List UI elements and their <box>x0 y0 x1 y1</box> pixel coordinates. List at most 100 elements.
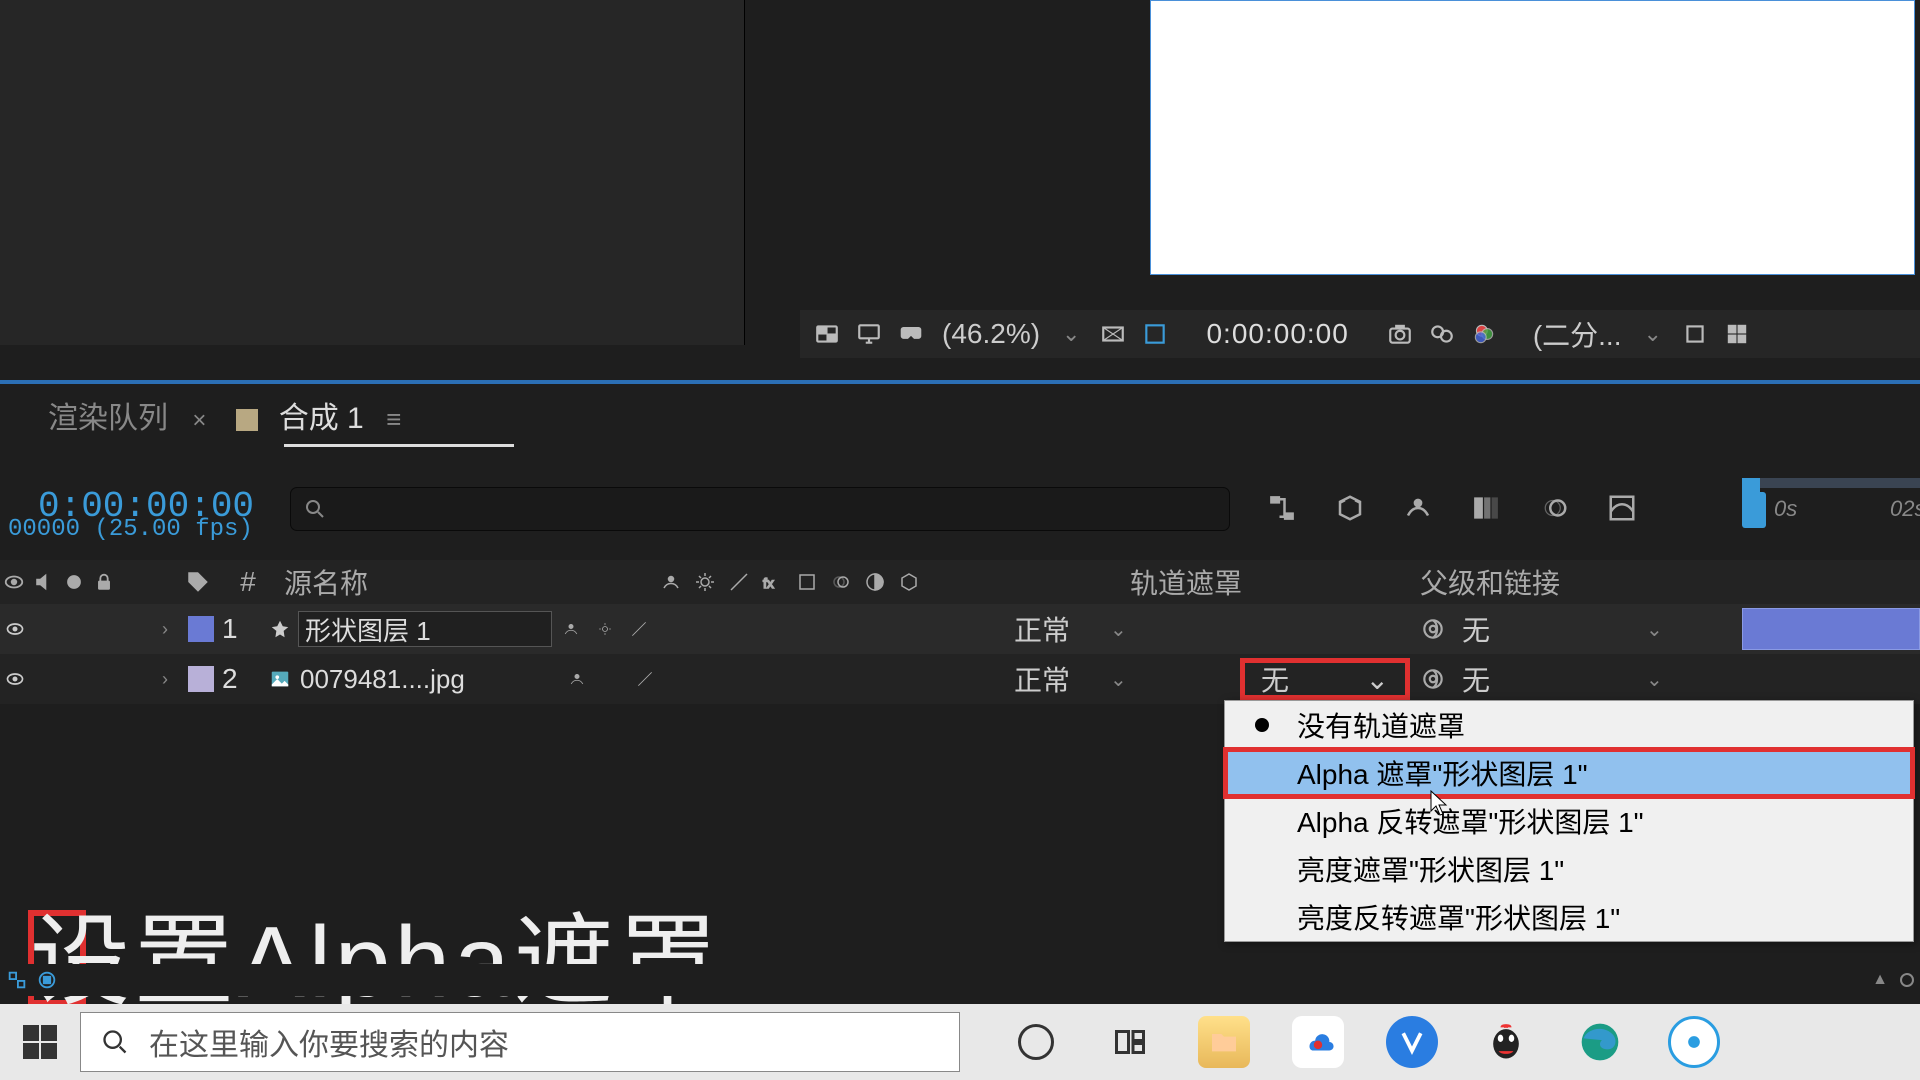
zoom-percentage[interactable]: (46.2%) <box>936 318 1046 350</box>
frame-blend-switch-icon[interactable] <box>790 567 824 597</box>
chevron-down-icon[interactable]: ⌄ <box>1054 321 1088 347</box>
twirl-icon[interactable]: › <box>150 669 180 690</box>
shy-switch[interactable] <box>554 614 588 644</box>
label-column-icon[interactable] <box>176 569 220 595</box>
track-matte-column: 轨道遮罩 <box>1130 562 1242 602</box>
collapse-switch-icon[interactable] <box>688 567 722 597</box>
chevron-down-icon: ⌄ <box>1646 667 1663 692</box>
eye-column-icon[interactable] <box>0 568 28 596</box>
twirl-icon[interactable]: › <box>150 619 180 640</box>
mouse-cursor-icon <box>1430 790 1448 816</box>
zoom-slider-handle[interactable] <box>1900 973 1914 987</box>
taskbar-search-input[interactable]: 在这里输入你要搜索的内容 <box>80 1012 960 1072</box>
blend-mode-dropdown[interactable]: 正常⌄ <box>1014 609 1127 649</box>
current-time-indicator[interactable] <box>1742 492 1766 528</box>
qq-icon[interactable] <box>1480 1016 1532 1068</box>
motion-blur-icon[interactable] <box>1536 490 1572 526</box>
roi-icon[interactable] <box>1678 319 1712 349</box>
snapshot-camera-icon[interactable] <box>1383 319 1417 349</box>
layer-color-label[interactable] <box>188 616 214 642</box>
visibility-toggle[interactable] <box>0 619 30 639</box>
cortana-icon[interactable] <box>1010 1016 1062 1068</box>
monitor-icon[interactable] <box>852 319 886 349</box>
mask-goggles-icon[interactable] <box>894 319 928 349</box>
ruler-label-02s: 02s <box>1890 496 1920 522</box>
parent-dropdown[interactable]: 无 ⌄ <box>1420 659 1663 699</box>
audio-column-icon[interactable] <box>30 568 58 596</box>
start-button[interactable] <box>0 1004 80 1080</box>
toggle-alpha-icon[interactable] <box>810 319 844 349</box>
pickwhip-icon[interactable] <box>1420 666 1446 692</box>
resolution-dropdown[interactable]: (二分... <box>1527 314 1628 354</box>
layer-row-2[interactable]: › 2 0079481....jpg 正常⌄ 无 ⌄ 无 ⌄ <box>0 654 1920 704</box>
tab-menu-icon[interactable]: ≡ <box>386 404 401 434</box>
shy-switch-icon[interactable] <box>654 567 688 597</box>
layer-row-1[interactable]: › 1 形状图层 1 正常⌄ 无 ⌄ <box>0 604 1920 654</box>
visibility-toggle[interactable] <box>0 669 30 689</box>
work-area-bar[interactable] <box>1742 478 1920 488</box>
frame-blend-icon[interactable] <box>1468 490 1504 526</box>
close-icon[interactable]: × <box>192 407 206 434</box>
baidu-netdisk-icon[interactable] <box>1292 1016 1344 1068</box>
windows-taskbar: 在这里输入你要搜索的内容 <box>0 1004 1920 1080</box>
grid-toggle-icon[interactable] <box>1720 319 1754 349</box>
menu-item-no-matte[interactable]: 没有轨道遮罩 <box>1225 701 1913 749</box>
svg-text:fx: fx <box>763 575 774 591</box>
tab-render-queue[interactable]: 渲染队列 × <box>48 383 206 447</box>
parent-dropdown[interactable]: 无 ⌄ <box>1420 609 1663 649</box>
quality-switch-icon[interactable] <box>722 567 756 597</box>
menu-item-luma-inverted[interactable]: 亮度反转遮罩"形状图层 1" <box>1225 893 1913 941</box>
draft-3d-icon[interactable] <box>1332 490 1368 526</box>
shape-layer-icon <box>262 618 298 640</box>
toggle-modes-icon[interactable] <box>36 969 58 991</box>
layer-duration-bar[interactable] <box>1742 608 1920 650</box>
chevron-down-icon: ⌄ <box>1646 617 1663 642</box>
shy-switch[interactable] <box>560 664 594 694</box>
menu-item-luma-matte[interactable]: 亮度遮罩"形状图层 1" <box>1225 845 1913 893</box>
resolution-grid-icon[interactable] <box>1096 319 1130 349</box>
layer-color-label[interactable] <box>188 666 214 692</box>
file-explorer-icon[interactable] <box>1198 1016 1250 1068</box>
transparency-grid-icon[interactable] <box>1138 319 1172 349</box>
comp-mini-flowchart-icon[interactable] <box>1264 490 1300 526</box>
adjustment-switch-icon[interactable] <box>858 567 892 597</box>
track-matte-dropdown[interactable]: 无 ⌄ <box>1240 658 1410 700</box>
menu-item-alpha-inverted[interactable]: Alpha 反转遮罩"形状图层 1" <box>1225 797 1913 845</box>
fx-switch-icon[interactable]: fx <box>756 567 790 597</box>
show-channel-icon[interactable] <box>1425 319 1459 349</box>
search-icon <box>101 1028 129 1056</box>
layer-name[interactable]: 0079481....jpg <box>298 664 558 695</box>
zoom-out-icon[interactable]: ▲ <box>1872 971 1888 989</box>
quality-switch[interactable] <box>622 614 656 644</box>
layer-name-input[interactable]: 形状图层 1 <box>298 611 552 647</box>
motion-blur-switch-icon[interactable] <box>824 567 858 597</box>
3d-switch-icon[interactable] <box>892 567 926 597</box>
source-name-column[interactable]: 源名称 <box>276 562 646 602</box>
toggle-switches-icon[interactable] <box>6 969 28 991</box>
graph-editor-icon[interactable] <box>1604 490 1640 526</box>
pickwhip-icon[interactable] <box>1420 616 1446 642</box>
app-circle-icon[interactable] <box>1668 1016 1720 1068</box>
solo-column-icon[interactable] <box>60 568 88 596</box>
edge-browser-icon[interactable] <box>1574 1016 1626 1068</box>
composition-canvas[interactable] <box>1150 0 1915 275</box>
task-view-icon[interactable] <box>1104 1016 1156 1068</box>
shy-icon[interactable] <box>1400 490 1436 526</box>
collapse-switch[interactable] <box>588 614 622 644</box>
lock-column-icon[interactable] <box>90 568 118 596</box>
track-matte-menu: 没有轨道遮罩 Alpha 遮罩"形状图层 1" Alpha 反转遮罩"形状图层 … <box>1224 700 1914 942</box>
layer-search-input[interactable] <box>290 487 1230 531</box>
quality-switch[interactable] <box>628 664 662 694</box>
preview-timecode[interactable]: 0:00:00:00 <box>1198 318 1356 350</box>
chevron-down-icon: ⌄ <box>1110 617 1127 642</box>
index-column: # <box>220 566 276 598</box>
search-icon <box>303 497 327 521</box>
tab-underline <box>284 444 514 447</box>
time-ruler[interactable]: 0s 02s <box>1742 478 1920 534</box>
app-v-icon[interactable] <box>1386 1016 1438 1068</box>
menu-item-alpha-matte[interactable]: Alpha 遮罩"形状图层 1" <box>1225 749 1913 797</box>
chevron-down-icon[interactable]: ⌄ <box>1636 321 1670 347</box>
tab-composition[interactable]: 合成 1 ≡ <box>236 383 401 447</box>
blend-mode-dropdown[interactable]: 正常⌄ <box>1014 659 1127 699</box>
color-mgmt-icon[interactable] <box>1467 319 1501 349</box>
